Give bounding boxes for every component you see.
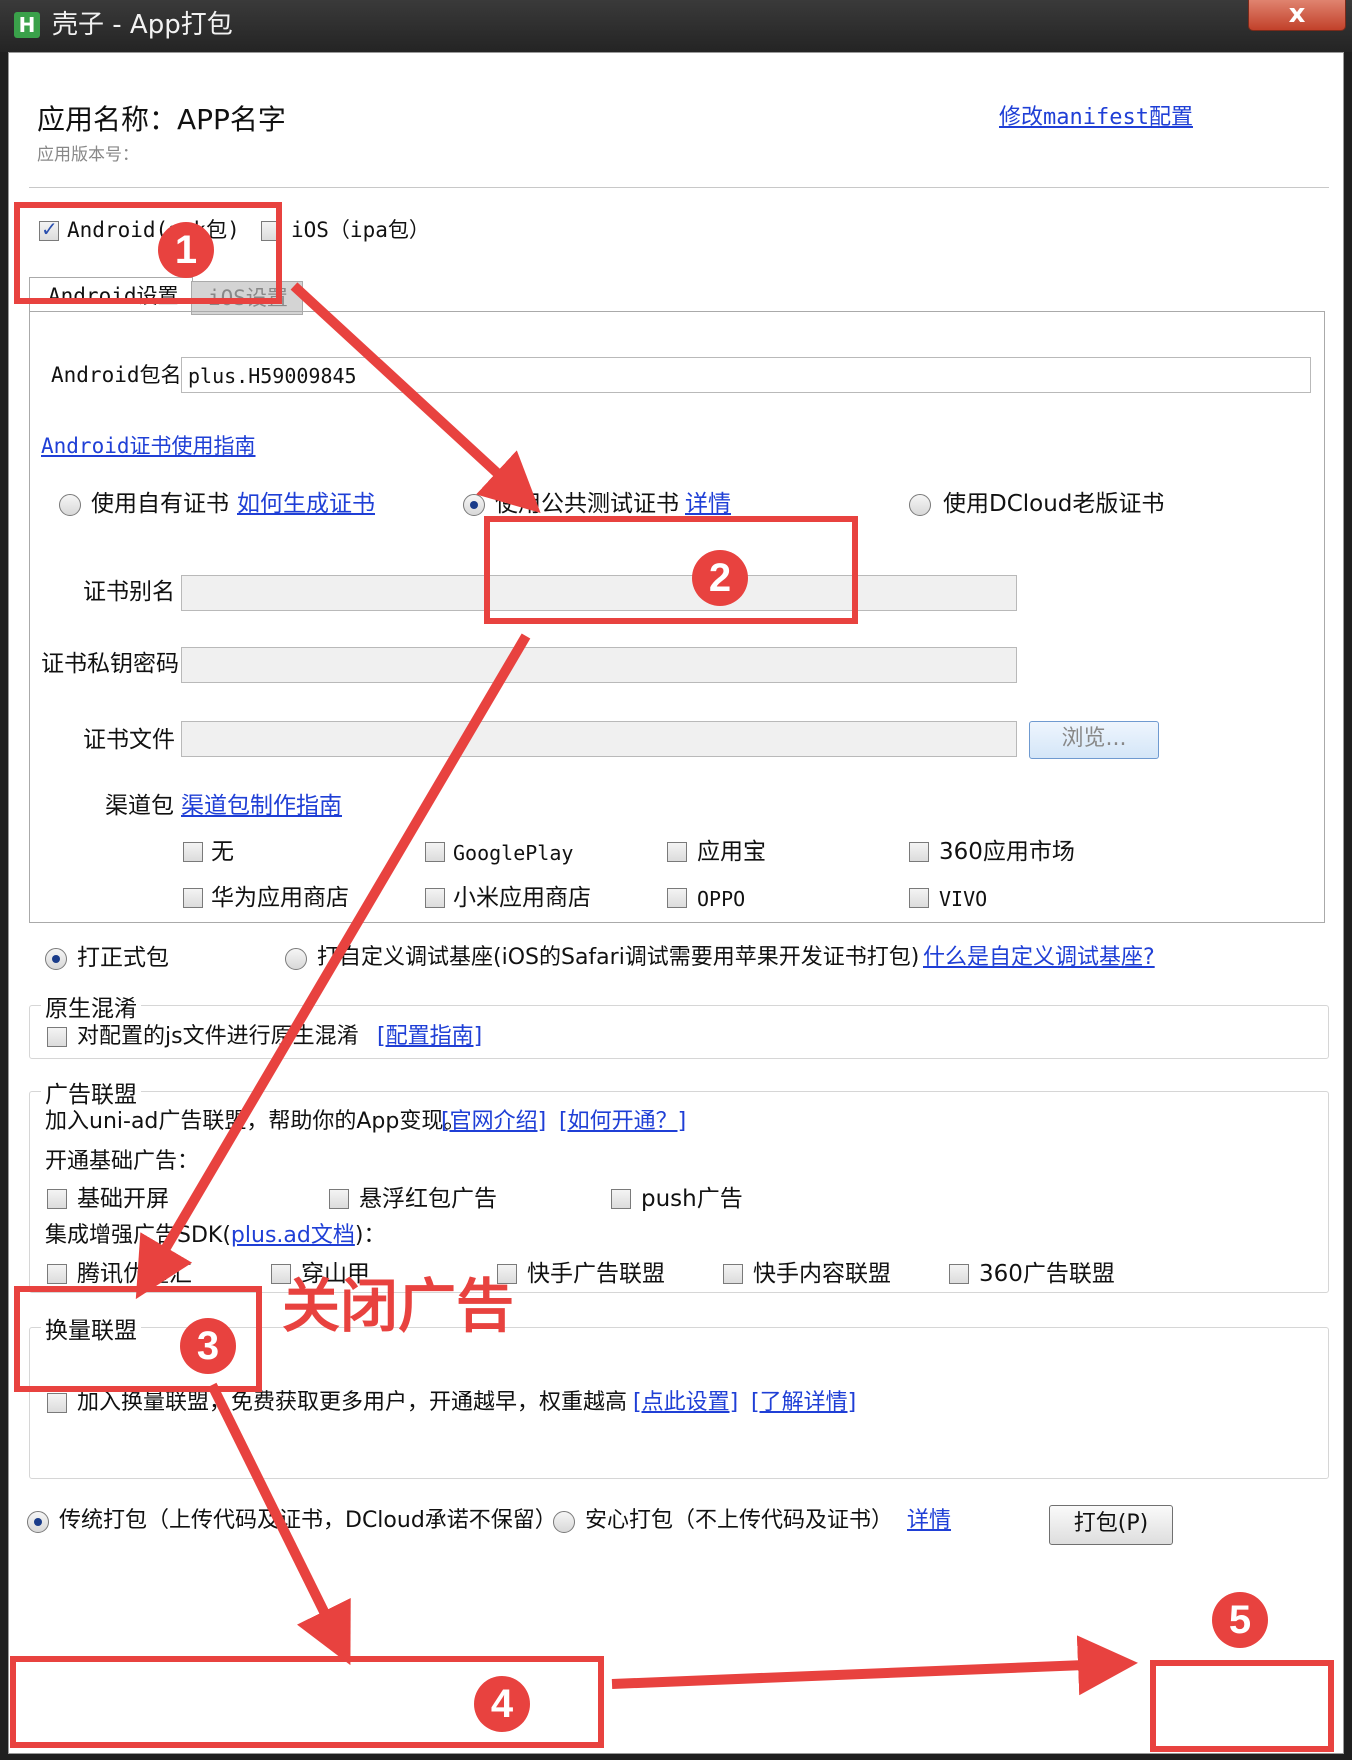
annotation-box-2 xyxy=(484,516,858,624)
step-3-badge: 3 xyxy=(180,1318,236,1374)
arrow-4-to-5 xyxy=(611,1635,1138,1696)
arrow-3-to-4 xyxy=(207,1382,351,1666)
arrow-2-to-3 xyxy=(135,633,531,1300)
step-2-badge: 2 xyxy=(692,550,748,606)
step-4-badge: 4 xyxy=(474,1676,530,1732)
step-5-badge: 5 xyxy=(1212,1592,1268,1648)
annotation-box-1 xyxy=(14,202,282,304)
annotation-box-5 xyxy=(1150,1660,1334,1752)
step-1-badge: 1 xyxy=(158,222,214,278)
close-ad-annotation: 关闭广告 xyxy=(282,1272,515,1340)
arrow-1-to-2 xyxy=(290,282,541,513)
